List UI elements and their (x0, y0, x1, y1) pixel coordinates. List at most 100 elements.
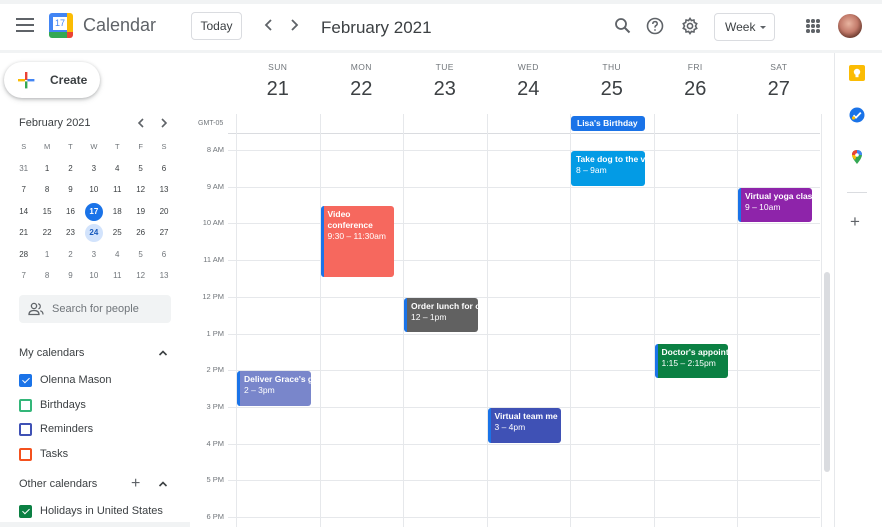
calendar-checkbox[interactable] (19, 423, 32, 436)
event-time: 9:30 – 11:30am (327, 231, 386, 242)
mini-calendar-day[interactable]: 1 (38, 246, 56, 264)
calendar-checkbox[interactable] (19, 374, 32, 387)
calendar-item[interactable]: Reminders (19, 422, 179, 440)
mini-calendar-day[interactable]: 18 (108, 203, 126, 221)
mini-calendar-day[interactable]: 24 (84, 224, 103, 242)
mini-calendar-day[interactable]: 1 (38, 160, 56, 178)
mini-calendar-day[interactable]: 8 (38, 267, 56, 285)
search-icon[interactable] (613, 16, 633, 36)
all-day-event[interactable]: Lisa's Birthday (571, 116, 645, 131)
tasks-icon[interactable] (849, 107, 865, 123)
hamburger-menu-icon[interactable] (16, 18, 34, 32)
mini-calendar-prev-button[interactable] (134, 116, 148, 133)
mini-calendar-day[interactable]: 8 (38, 181, 56, 199)
mini-calendar-day[interactable]: 21 (15, 224, 33, 242)
mini-calendar-day[interactable]: 12 (132, 267, 150, 285)
mini-calendar-day[interactable]: 19 (132, 203, 150, 221)
mini-calendar-day[interactable]: 17 (84, 202, 103, 221)
add-calendar-icon[interactable]: + (131, 476, 140, 492)
mini-calendar-day[interactable]: 16 (61, 203, 79, 221)
mini-calendar-day[interactable]: 13 (155, 267, 173, 285)
mini-calendar-day[interactable]: 11 (108, 267, 126, 285)
mini-calendar-day[interactable]: 5 (132, 160, 150, 178)
calendar-item[interactable]: Birthdays (19, 398, 179, 416)
create-button[interactable]: Create (4, 62, 100, 98)
calendar-item[interactable]: Tasks (19, 447, 179, 465)
mini-calendar-day[interactable]: 9 (61, 181, 79, 199)
gear-icon[interactable] (680, 16, 700, 36)
mini-calendar-day[interactable]: 22 (38, 224, 56, 242)
today-button[interactable]: Today (191, 12, 242, 40)
calendar-item[interactable]: Holidays in United States (19, 504, 179, 522)
mini-calendar-day[interactable]: 20 (155, 203, 173, 221)
mini-calendar-day[interactable]: 31 (15, 160, 33, 178)
next-week-button[interactable] (285, 16, 303, 34)
calendar-checkbox[interactable] (19, 398, 32, 412)
view-selector-dropdown[interactable]: Week (714, 13, 775, 41)
calendar-checkbox[interactable] (19, 447, 32, 461)
day-header-thu[interactable]: THU 25 (570, 62, 654, 101)
mini-calendar-day[interactable]: 2 (61, 160, 79, 178)
calendar-event[interactable]: Virtual team me 3 – 4pm (487, 407, 561, 443)
create-label: Create (50, 73, 88, 87)
mini-calendar-day[interactable]: 6 (155, 246, 173, 264)
search-people-input[interactable]: Search for people (19, 295, 171, 323)
mini-calendar-day[interactable]: 14 (15, 203, 33, 221)
keep-icon[interactable] (849, 65, 865, 81)
mini-calendar-day-cell: 21 (12, 223, 35, 245)
calendar-event[interactable]: Doctor's appoint 1:15 – 2:15pm (654, 343, 728, 379)
calendar-label: Reminders (40, 423, 94, 435)
mini-calendar-day[interactable]: 11 (108, 181, 126, 199)
day-header-tue[interactable]: TUE 23 (403, 62, 487, 101)
calendar-event[interactable]: Deliver Grace's g2 – 3pm (237, 371, 311, 406)
mini-calendar-day[interactable]: 4 (108, 160, 126, 178)
day-header-wed[interactable]: WED 24 (487, 62, 571, 101)
day-number: 21 (266, 78, 289, 100)
event-time: 3 – 4pm (494, 421, 526, 432)
get-addons-icon[interactable]: + (850, 213, 860, 230)
mini-calendar-day[interactable]: 3 (85, 160, 103, 178)
calendar-checkbox[interactable] (19, 505, 32, 518)
mini-calendar-day[interactable]: 2 (61, 246, 79, 264)
mini-calendar-next-button[interactable] (157, 116, 171, 133)
mini-calendar-day[interactable]: 27 (155, 224, 173, 242)
avatar[interactable] (838, 14, 862, 38)
week-grid[interactable]: Lisa's Birthday Video conference 9:30 – 11… (228, 114, 822, 527)
event-title: Video conference (327, 209, 373, 231)
day-of-week: THU (602, 62, 622, 72)
day-header-sun[interactable]: SUN 21 (236, 62, 320, 101)
mini-calendar-day[interactable]: 7 (15, 181, 33, 199)
mini-calendar-day[interactable]: 10 (85, 267, 103, 285)
day-header-fri[interactable]: FRI 26 (654, 62, 738, 101)
calendar-event[interactable]: Video conference 9:30 – 11:30am (320, 206, 394, 278)
mini-calendar-day[interactable]: 25 (108, 224, 126, 242)
calendar-event[interactable]: Take dog to the v8 – 9am (571, 151, 645, 186)
previous-week-button[interactable] (260, 16, 278, 34)
day-header-sat[interactable]: SAT 27 (737, 62, 821, 101)
chevron-up-icon[interactable] (157, 347, 169, 359)
hour-label: 8 AM (206, 145, 224, 154)
mini-calendar-day[interactable]: 23 (61, 224, 79, 242)
calendar-event[interactable]: Virtual yoga clas 9 – 10am (738, 187, 812, 223)
mini-calendar-day[interactable]: 13 (155, 181, 173, 199)
mini-calendar-day[interactable]: 5 (132, 246, 150, 264)
day-header-mon[interactable]: MON 22 (320, 62, 404, 101)
mini-calendar-day[interactable]: 15 (38, 203, 56, 221)
hour-gridline (228, 223, 820, 225)
chevron-up-icon[interactable] (157, 478, 169, 490)
mini-calendar-day[interactable]: 26 (132, 224, 150, 242)
help-icon[interactable] (645, 16, 665, 36)
mini-calendar-day[interactable]: 9 (61, 267, 79, 285)
mini-calendar-day[interactable]: 28 (15, 246, 33, 264)
mini-calendar-day[interactable]: 7 (15, 267, 33, 285)
mini-calendar-day[interactable]: 6 (155, 160, 173, 178)
grid-scrollbar[interactable] (824, 272, 830, 472)
mini-calendar-day[interactable]: 3 (85, 246, 103, 264)
apps-grid-icon[interactable] (806, 19, 820, 33)
calendar-item[interactable]: Olenna Mason (19, 373, 179, 391)
mini-calendar-day[interactable]: 4 (108, 246, 126, 264)
mini-calendar-day[interactable]: 12 (132, 181, 150, 199)
calendar-event[interactable]: Order lunch for o 12 – 1pm (404, 297, 478, 333)
mini-calendar-day[interactable]: 10 (85, 181, 103, 199)
maps-icon[interactable] (849, 149, 865, 165)
